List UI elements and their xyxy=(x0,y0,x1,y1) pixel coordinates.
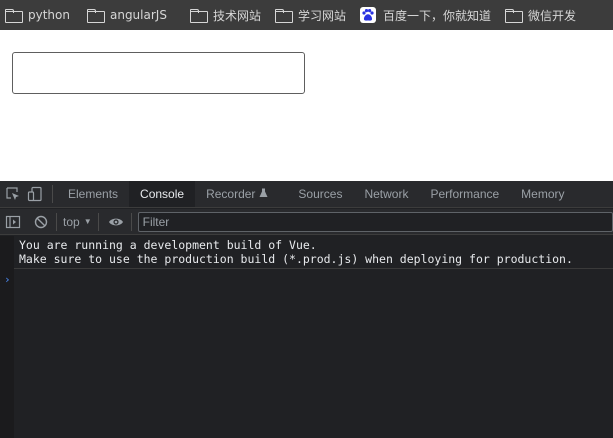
inspect-element-icon[interactable] xyxy=(4,185,22,203)
tab-label: Performance xyxy=(430,187,500,201)
tab-memory[interactable]: Memory xyxy=(510,181,575,207)
console-toolbar: top ▼ Filter xyxy=(0,209,613,235)
baidu-paw-icon xyxy=(359,7,376,23)
bookmark-label: 学习网站 xyxy=(297,8,346,23)
bookmark-baidu[interactable]: 百度一下，你就知道 xyxy=(359,0,491,30)
bookmark-label: python xyxy=(28,8,70,22)
bookmark-study-sites[interactable]: 学习网站 xyxy=(274,0,346,30)
execution-context-select[interactable]: top ▼ xyxy=(57,215,98,229)
tab-sources[interactable]: Sources xyxy=(287,181,353,207)
console-message: You are running a development build of V… xyxy=(14,236,613,269)
console-prompt-icon[interactable]: › xyxy=(4,273,11,286)
tab-console[interactable]: Console xyxy=(129,181,196,207)
tabbar-divider xyxy=(52,185,53,203)
bookmark-wechat-dev[interactable]: 微信开发 xyxy=(505,0,576,30)
caret-down-icon: ▼ xyxy=(83,217,92,226)
console-gutter xyxy=(0,236,14,438)
toolbar-divider xyxy=(97,212,99,231)
console-line: You are running a development build of V… xyxy=(19,238,317,252)
page-text-input[interactable] xyxy=(12,52,305,94)
folder-icon xyxy=(505,9,523,23)
experimental-flask-icon xyxy=(259,187,268,201)
tab-label: Sources xyxy=(298,187,343,201)
bookmark-label: angularJS xyxy=(109,8,167,22)
eye-icon[interactable] xyxy=(107,213,125,231)
bookmarks-bar: python angularJS 技术网站 学习网站 百度一下，你就知道 微信开… xyxy=(0,0,613,30)
tab-elements[interactable]: Elements xyxy=(57,181,129,207)
tab-label: Recorder xyxy=(206,187,256,201)
sidebar-toggle-icon[interactable] xyxy=(4,213,22,231)
console-line: Make sure to use the production build (*… xyxy=(19,252,573,266)
tab-label: Console xyxy=(140,187,185,201)
tab-label: Memory xyxy=(521,187,565,201)
tab-performance[interactable]: Performance xyxy=(419,181,510,207)
bookmark-label: 技术网站 xyxy=(212,8,261,23)
clear-console-icon[interactable] xyxy=(32,213,50,231)
page-viewport xyxy=(0,30,613,181)
console-output[interactable]: You are running a development build of V… xyxy=(0,236,613,438)
devtools-tab-bar: Elements Console Recorder Sources Networ… xyxy=(0,181,613,208)
folder-icon xyxy=(189,9,208,23)
folder-icon xyxy=(5,9,23,23)
console-filter-input[interactable]: Filter xyxy=(137,211,613,232)
folder-icon xyxy=(274,9,293,23)
filter-placeholder: Filter xyxy=(142,214,170,229)
devtools-panel: Elements Console Recorder Sources Networ… xyxy=(0,181,613,438)
folder-icon xyxy=(86,9,105,23)
device-toolbar-icon[interactable] xyxy=(26,185,44,203)
bookmark-python[interactable]: python xyxy=(5,0,70,30)
bookmark-label: 百度一下，你就知道 xyxy=(382,8,491,23)
context-label: top xyxy=(63,214,80,229)
tab-recorder[interactable]: Recorder xyxy=(195,181,279,207)
tab-network[interactable]: Network xyxy=(353,181,419,207)
toolbar-divider xyxy=(130,212,132,231)
bookmark-label: 微信开发 xyxy=(528,8,577,23)
tab-label: Network xyxy=(364,187,409,201)
bookmark-tech-sites[interactable]: 技术网站 xyxy=(189,0,261,30)
tab-label: Elements xyxy=(68,187,119,201)
bookmark-angularjs[interactable]: angularJS xyxy=(86,0,167,30)
